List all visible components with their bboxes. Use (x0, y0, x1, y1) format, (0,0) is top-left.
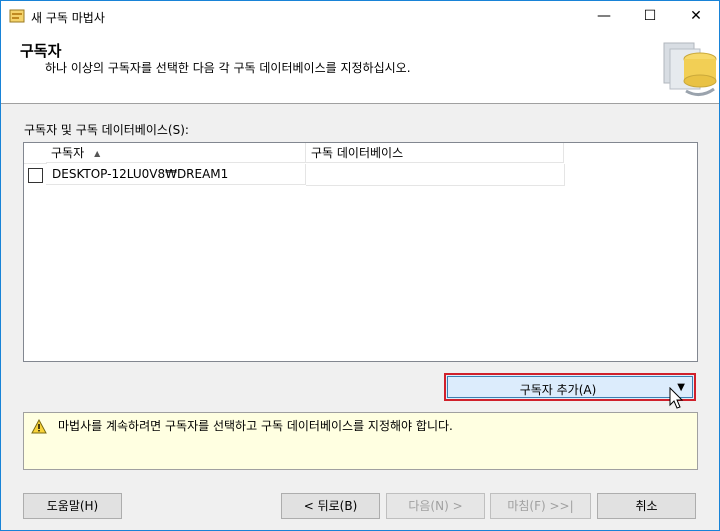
maximize-button[interactable]: ☐ (627, 1, 673, 31)
page-title: 구독자 (20, 42, 62, 60)
minimize-button[interactable]: — (581, 1, 627, 31)
subscribers-grid[interactable]: 구독자 ▲ 구독 데이터베이스 DESKTOP-12LU0V8₩DREAM1 (23, 142, 698, 362)
finish-button[interactable]: 마침(F) >>| (490, 493, 591, 519)
close-icon: ✕ (690, 8, 702, 24)
subscribers-list-label: 구독자 및 구독 데이터베이스(S): (24, 123, 189, 137)
warning-icon (31, 419, 47, 434)
wizard-window: 새 구독 마법사 — ☐ ✕ 구독자 하나 이상의 구독자를 선택한 다음 각 … (0, 0, 720, 531)
window-title: 새 구독 마법사 (31, 11, 105, 25)
subscriber-column-header[interactable]: 구독자 ▲ (46, 143, 306, 163)
database-column-label: 구독 데이터베이스 (311, 146, 404, 160)
database-column-header[interactable]: 구독 데이터베이스 (306, 143, 564, 163)
cancel-button[interactable]: 취소 (597, 493, 696, 519)
help-button[interactable]: 도움말(H) (23, 493, 122, 519)
page-subtitle: 하나 이상의 구독자를 선택한 다음 각 구독 데이터베이스를 지정하십시오. (45, 61, 411, 75)
subscriber-checkbox[interactable] (28, 168, 43, 183)
wizard-app-icon (9, 9, 25, 23)
close-button[interactable]: ✕ (673, 1, 719, 31)
subscriber-cell[interactable]: DESKTOP-12LU0V8₩DREAM1 (46, 164, 306, 185)
sort-ascending-icon: ▲ (94, 148, 101, 158)
add-subscriber-label: 구독자 추가(A) (519, 383, 597, 397)
next-button[interactable]: 다음(N) > (386, 493, 485, 519)
maximize-icon: ☐ (643, 8, 657, 24)
title-bar: 새 구독 마법사 — ☐ ✕ (1, 1, 719, 31)
warning-message: 마법사를 계속하려면 구독자를 선택하고 구독 데이터베이스를 지정해야 합니다… (58, 419, 453, 433)
add-subscriber-button[interactable]: 구독자 추가(A) ▼ (444, 373, 696, 401)
database-illustration-icon (663, 42, 717, 96)
mouse-cursor-icon (669, 387, 684, 409)
table-row[interactable]: DESKTOP-12LU0V8₩DREAM1 (24, 164, 565, 186)
add-subscriber-button-face: 구독자 추가(A) ▼ (447, 376, 693, 398)
back-button[interactable]: < 뒤로(B) (281, 493, 380, 519)
check-column-header[interactable] (24, 143, 47, 164)
warning-panel: 마법사를 계속하려면 구독자를 선택하고 구독 데이터베이스를 지정해야 합니다… (23, 412, 698, 470)
minimize-icon: — (597, 8, 611, 24)
subscriber-column-label: 구독자 (51, 146, 85, 160)
wizard-header: 구독자 하나 이상의 구독자를 선택한 다음 각 구독 데이터베이스를 지정하십… (1, 31, 719, 104)
database-cell[interactable] (306, 164, 565, 186)
